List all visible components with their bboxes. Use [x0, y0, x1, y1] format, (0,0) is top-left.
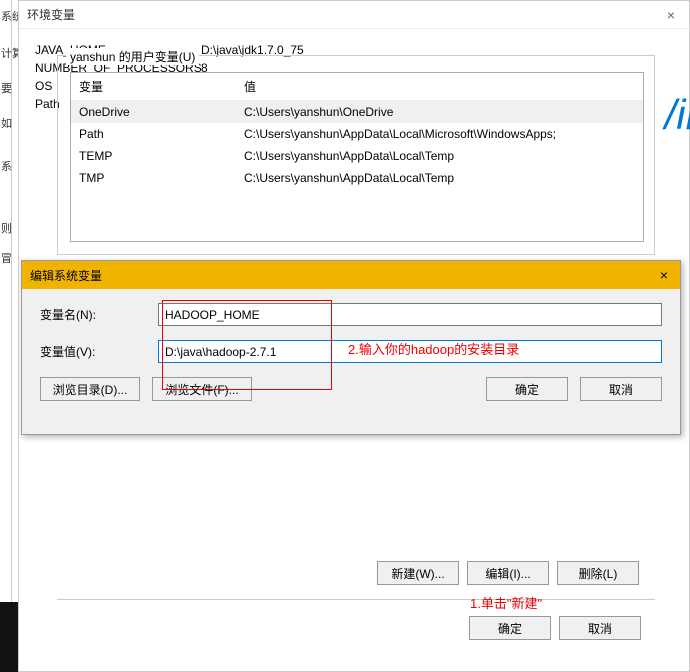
table-row[interactable]: TMP C:\Users\yanshun\AppData\Local\Temp: [71, 167, 643, 189]
user-vars-label: yanshun 的用户变量(U): [66, 48, 199, 65]
new-sys-var-button[interactable]: 新建(W)...: [377, 561, 459, 585]
dialog-title: 环境变量: [27, 1, 75, 28]
var-name-label: 变量名(N):: [40, 306, 158, 323]
var-value-input[interactable]: [158, 340, 662, 363]
browse-dir-button[interactable]: 浏览目录(D)...: [40, 377, 140, 401]
var-name-input[interactable]: [158, 303, 662, 326]
edit-title-bar: 编辑系统变量 ×: [22, 261, 680, 289]
bg-label: 系: [1, 158, 12, 174]
edit-sys-var-button[interactable]: 编辑(I)...: [467, 561, 549, 585]
bg-label: 如: [1, 115, 12, 131]
table-row[interactable]: TEMP C:\Users\yanshun\AppData\Local\Temp: [71, 145, 643, 167]
bg-label: 则: [1, 220, 12, 236]
ok-button[interactable]: 确定: [469, 616, 551, 640]
edit-dialog-title: 编辑系统变量: [30, 267, 102, 284]
user-vars-group: yanshun 的用户变量(U) 变量 值 OneDrive C:\Users\…: [57, 55, 655, 255]
close-icon[interactable]: ×: [661, 1, 681, 28]
bg-label: 要: [1, 80, 12, 96]
col-header-var[interactable]: 变量: [71, 73, 236, 100]
col-header-val[interactable]: 值: [236, 73, 643, 100]
edit-sys-var-dialog: 编辑系统变量 × 变量名(N): 变量值(V): 浏览目录(D)... 浏览文件…: [21, 260, 681, 435]
user-vars-table[interactable]: 变量 值 OneDrive C:\Users\yanshun\OneDrive …: [70, 72, 644, 242]
var-value-label: 变量值(V):: [40, 343, 158, 360]
title-bar: 环境变量 ×: [19, 1, 689, 29]
bg-label: 冒: [1, 250, 12, 266]
table-row[interactable]: OneDrive C:\Users\yanshun\OneDrive: [71, 101, 643, 123]
browse-file-button[interactable]: 浏览文件(F)...: [152, 377, 252, 401]
cancel-button[interactable]: 取消: [559, 616, 641, 640]
side-decoration: /in: [665, 91, 690, 139]
edit-ok-button[interactable]: 确定: [486, 377, 568, 401]
delete-sys-var-button[interactable]: 删除(L): [557, 561, 639, 585]
edit-cancel-button[interactable]: 取消: [580, 377, 662, 401]
close-icon[interactable]: ×: [656, 267, 672, 283]
table-row[interactable]: Path C:\Users\yanshun\AppData\Local\Micr…: [71, 123, 643, 145]
